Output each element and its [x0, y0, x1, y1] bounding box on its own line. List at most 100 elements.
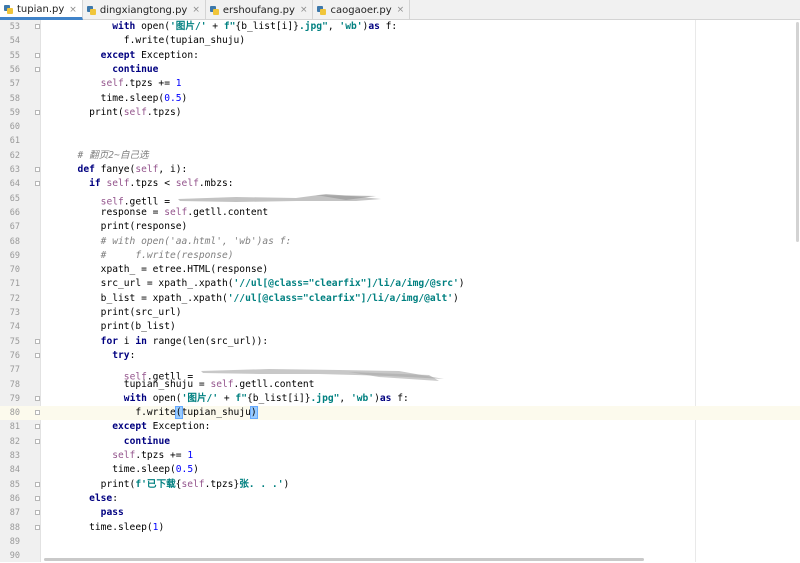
code-line[interactable]: 69 # f.write(response) [0, 249, 800, 263]
fold-marker-icon[interactable] [35, 167, 40, 172]
line-number: 83 [9, 451, 20, 461]
code-token: print(response) [100, 221, 188, 233]
code-line[interactable]: 82 continue [0, 435, 800, 449]
code-line[interactable]: 75 for i in range(len(src_url)): [0, 335, 800, 349]
code-token: f" [235, 392, 247, 404]
code-token: + [218, 392, 236, 404]
code-text: pass [101, 506, 124, 520]
code-line[interactable]: 87 pass [0, 506, 800, 520]
code-line[interactable]: 88 time.sleep(1) [0, 521, 800, 535]
code-line[interactable]: 83 self.tpzs += 1 [0, 449, 800, 463]
tab-tupian[interactable]: tupian.py × [0, 0, 83, 20]
code-line[interactable]: 65 self.getll = [0, 192, 800, 207]
fold-marker-icon[interactable] [35, 424, 40, 430]
line-number: 89 [9, 536, 20, 547]
line-number: 62 [9, 150, 20, 161]
tab-ershoufang[interactable]: ershoufang.py × [206, 0, 314, 20]
code-line[interactable]: 76 try: [0, 349, 800, 363]
fold-marker-icon[interactable] [35, 109, 40, 115]
code-line[interactable]: 66 response = self.getll.content [0, 206, 800, 220]
code-line[interactable]: 72 b_list = xpath_.xpath('//ul[@class="cl… [0, 292, 800, 306]
code-line[interactable]: 56 continue [0, 63, 800, 77]
code-line[interactable]: 79 with open('图片/' + f"{b_list[i]}.jpg", … [0, 392, 800, 406]
code-token: self [100, 78, 124, 90]
fold-marker-icon[interactable] [35, 52, 40, 58]
line-number: 71 [9, 279, 20, 290]
tab-label: caogaoer.py [330, 4, 392, 16]
line-number: 76 [9, 350, 20, 361]
code-line[interactable]: 77 self.getll = [0, 363, 800, 383]
tab-caogaoer[interactable]: caogaoer.py × [313, 0, 411, 20]
code-line[interactable]: 78 tupian_shuju = self.getll.content [0, 378, 800, 392]
code-line[interactable]: 70 xpath_ = etree.HTML(response) [0, 263, 800, 277]
code-token: 张. . .' [239, 478, 284, 490]
fold-marker-icon[interactable] [35, 410, 40, 416]
code-token: # with open('aa.html', 'wb')as f: [100, 235, 292, 247]
fold-marker-icon[interactable] [35, 395, 40, 401]
code-token: self [135, 164, 159, 175]
code-line[interactable]: 61 [0, 134, 800, 148]
line-number: 77 [9, 365, 20, 376]
code-line[interactable]: 58 time.sleep(0.5) [0, 92, 800, 106]
code-line[interactable]: 85 print(f'已下载{self.tpzs}张. . .') [0, 478, 800, 492]
code-line[interactable]: 59 print(self.tpzs) [0, 106, 800, 120]
code-line[interactable]: 64 if self.tpzs < self.mbzs: [0, 177, 800, 191]
fold-marker-icon[interactable] [35, 352, 40, 358]
code-line[interactable]: 54 f.write(tupian_shuju) [0, 34, 800, 48]
code-text: response = self.getll.content [101, 206, 269, 220]
code-token: open( [152, 392, 182, 404]
tab-dingxiangtong[interactable]: dingxiangtong.py × [83, 0, 206, 20]
code-line[interactable]: 60 [0, 120, 800, 134]
fold-marker-icon[interactable] [35, 181, 40, 187]
code-token: f.write(tupian_shuju) [123, 35, 246, 47]
vertical-scrollbar[interactable] [796, 22, 799, 242]
line-number: 81 [9, 422, 20, 433]
close-tab-icon[interactable]: × [300, 5, 308, 15]
fold-marker-icon[interactable] [35, 66, 40, 72]
code-token: .jpg" [298, 21, 328, 32]
code-token: if [89, 178, 107, 190]
horizontal-scrollbar[interactable] [44, 558, 644, 561]
code-token: .mbzs: [198, 178, 234, 190]
code-token: f: [385, 21, 398, 32]
code-line[interactable]: 57 self.tpzs += 1 [0, 77, 800, 91]
code-token: '//ul[@class="clearfix"]/li/a/img/@src' [233, 278, 459, 290]
code-line[interactable]: 89 [0, 535, 800, 549]
code-token: time.sleep( [100, 92, 165, 104]
python-file-icon [4, 5, 13, 14]
code-line[interactable]: 84 time.sleep(0.5) [0, 463, 800, 477]
code-line[interactable]: 53 with open('图片/' + f"{b_list[i]}.jpg", … [0, 20, 800, 34]
fold-marker-icon[interactable] [35, 481, 40, 487]
code-token: time.sleep( [112, 464, 176, 476]
code-line[interactable]: 71 src_url = xpath_.xpath('//ul[@class="c… [0, 277, 800, 291]
code-token: self [175, 178, 199, 190]
code-token: with [123, 392, 153, 404]
code-line[interactable]: 81 except Exception: [0, 420, 800, 434]
code-token: ) [158, 521, 165, 533]
code-text: with open('图片/' + f"{b_list[i]}.jpg", 'w… [124, 392, 409, 406]
code-text: else: [89, 492, 118, 506]
code-text: print(response) [101, 220, 188, 234]
code-line[interactable]: 63 def fanye(self, i): [0, 163, 800, 177]
fold-marker-icon[interactable] [35, 510, 40, 516]
code-token: .tpzs += [135, 450, 188, 461]
close-tab-icon[interactable]: × [397, 5, 405, 15]
code-line[interactable]: 67 print(response) [0, 220, 800, 234]
code-line[interactable]: 73 print(src_url) [0, 306, 800, 320]
code-line[interactable]: 86 else: [0, 492, 800, 506]
code-line[interactable]: 74 print(b_list) [0, 320, 800, 334]
code-token: as [379, 392, 398, 404]
close-tab-icon[interactable]: × [69, 5, 77, 15]
fold-marker-icon[interactable] [35, 495, 40, 501]
close-tab-icon[interactable]: × [192, 5, 200, 15]
code-token: except [112, 421, 153, 433]
code-line[interactable]: 55 except Exception: [0, 49, 800, 63]
code-line[interactable]: 80 f.write(tupian_shuju) [0, 406, 800, 421]
code-line[interactable]: 62 # 翻页2~自己选 [0, 149, 800, 163]
fold-marker-icon[interactable] [35, 338, 40, 344]
fold-marker-icon[interactable] [35, 438, 40, 444]
code-line[interactable]: 68 # with open('aa.html', 'wb')as f: [0, 235, 800, 249]
fold-marker-icon[interactable] [35, 524, 40, 530]
fold-marker-icon[interactable] [35, 24, 40, 29]
python-file-icon [317, 5, 327, 15]
